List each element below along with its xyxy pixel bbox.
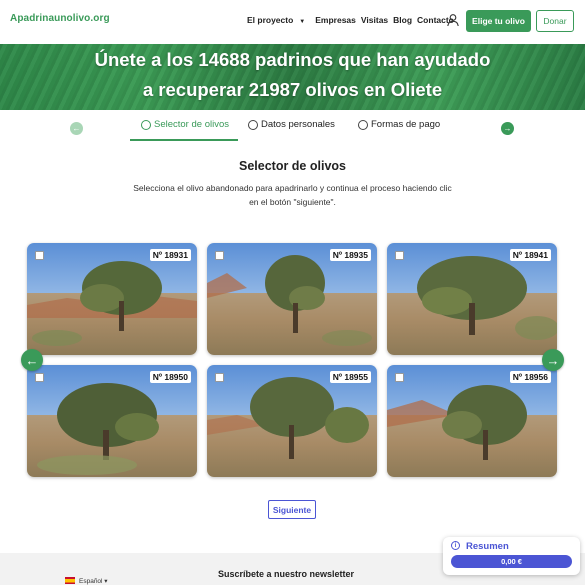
tree-number-badge: Nº 18941 [509, 249, 551, 261]
user-icon[interactable] [446, 13, 460, 27]
language-selector[interactable]: Español ▾ [79, 577, 108, 585]
hero-banner: Únete a los 14688 padrinos que han ayuda… [0, 44, 585, 110]
banner-headline-line1: Únete a los 14688 padrinos que han ayuda… [94, 49, 491, 70]
olive-tree-card[interactable]: Nº 18950 [27, 365, 197, 477]
siguiente-button[interactable]: Siguiente [268, 500, 316, 519]
steps-prev-arrow-icon[interactable]: ← [70, 122, 83, 135]
step-label: Formas de pago [371, 119, 441, 130]
chevron-down-icon: ▼ [299, 19, 306, 25]
step-radio-icon [141, 119, 151, 130]
banner-headline-line2: a recuperar 21987 olivos en Oliete [142, 79, 443, 100]
elige-tu-olivo-button[interactable]: Elige tu olivo [466, 10, 531, 32]
checkout-steps: ← Selector de olivos Datos personales Fo… [0, 110, 585, 142]
info-icon: i [451, 541, 460, 550]
step-label: Selector de olivos [154, 119, 229, 130]
tree-number-badge: Nº 18950 [149, 371, 191, 383]
summary-widget[interactable]: i Resumen 0,00 € [443, 537, 580, 575]
spain-flag-icon [65, 577, 75, 584]
tree-number-badge: Nº 18955 [329, 371, 371, 383]
step-selector-de-olivos[interactable]: Selector de olivos [141, 119, 229, 130]
nav-item-el-proyecto[interactable]: El proyecto ▼ [247, 15, 310, 25]
site-logo[interactable]: Apadrinaunolivo.org [10, 13, 110, 24]
step-datos-personales[interactable]: Datos personales [248, 119, 335, 130]
summary-label: Resumen [466, 541, 509, 552]
tree-number-badge: Nº 18956 [509, 371, 551, 383]
donar-button[interactable]: Donar [536, 10, 574, 32]
tree-number-badge: Nº 18935 [329, 249, 371, 261]
olive-tree-card[interactable]: Nº 18955 [207, 365, 377, 477]
tree-select-checkbox[interactable] [215, 251, 224, 260]
carousel-prev-arrow-icon[interactable]: ← [21, 349, 43, 371]
step-radio-icon [248, 119, 258, 130]
tree-select-checkbox[interactable] [395, 251, 404, 260]
step-label: Datos personales [261, 119, 335, 130]
steps-next-arrow-icon[interactable]: → [501, 122, 514, 135]
tree-number-badge: Nº 18931 [149, 249, 191, 261]
step-formas-de-pago[interactable]: Formas de pago [358, 119, 440, 130]
nav-item-empresas[interactable]: Empresas [315, 15, 356, 25]
selector-description: Selecciona el olivo abandonado para apad… [133, 183, 452, 207]
olive-tree-card[interactable]: Nº 18931 [27, 243, 197, 355]
selector-title: Selector de olivos [239, 159, 346, 173]
tree-select-checkbox[interactable] [395, 373, 404, 382]
summary-amount: 0,00 € [451, 555, 572, 568]
nav-item-visitas[interactable]: Visitas [361, 15, 388, 25]
top-navbar: Apadrinaunolivo.org El proyecto ▼ Empresa… [0, 0, 585, 44]
tree-select-checkbox[interactable] [215, 373, 224, 382]
olive-tree-card[interactable]: Nº 18956 [387, 365, 557, 477]
olive-tree-card[interactable]: Nº 18935 [207, 243, 377, 355]
nav-item-blog[interactable]: Blog [393, 15, 412, 25]
tree-select-checkbox[interactable] [35, 251, 44, 260]
carousel-next-arrow-icon[interactable]: → [542, 349, 564, 371]
tree-select-checkbox[interactable] [35, 373, 44, 382]
newsletter-heading: Suscríbete a nuestro newsletter [218, 569, 355, 579]
olive-tree-card[interactable]: Nº 18941 [387, 243, 557, 355]
active-step-underline [130, 139, 238, 141]
step-radio-icon [358, 119, 368, 130]
main-nav: El proyecto ▼ Empresas Visitas Blog Conta… [247, 15, 459, 25]
